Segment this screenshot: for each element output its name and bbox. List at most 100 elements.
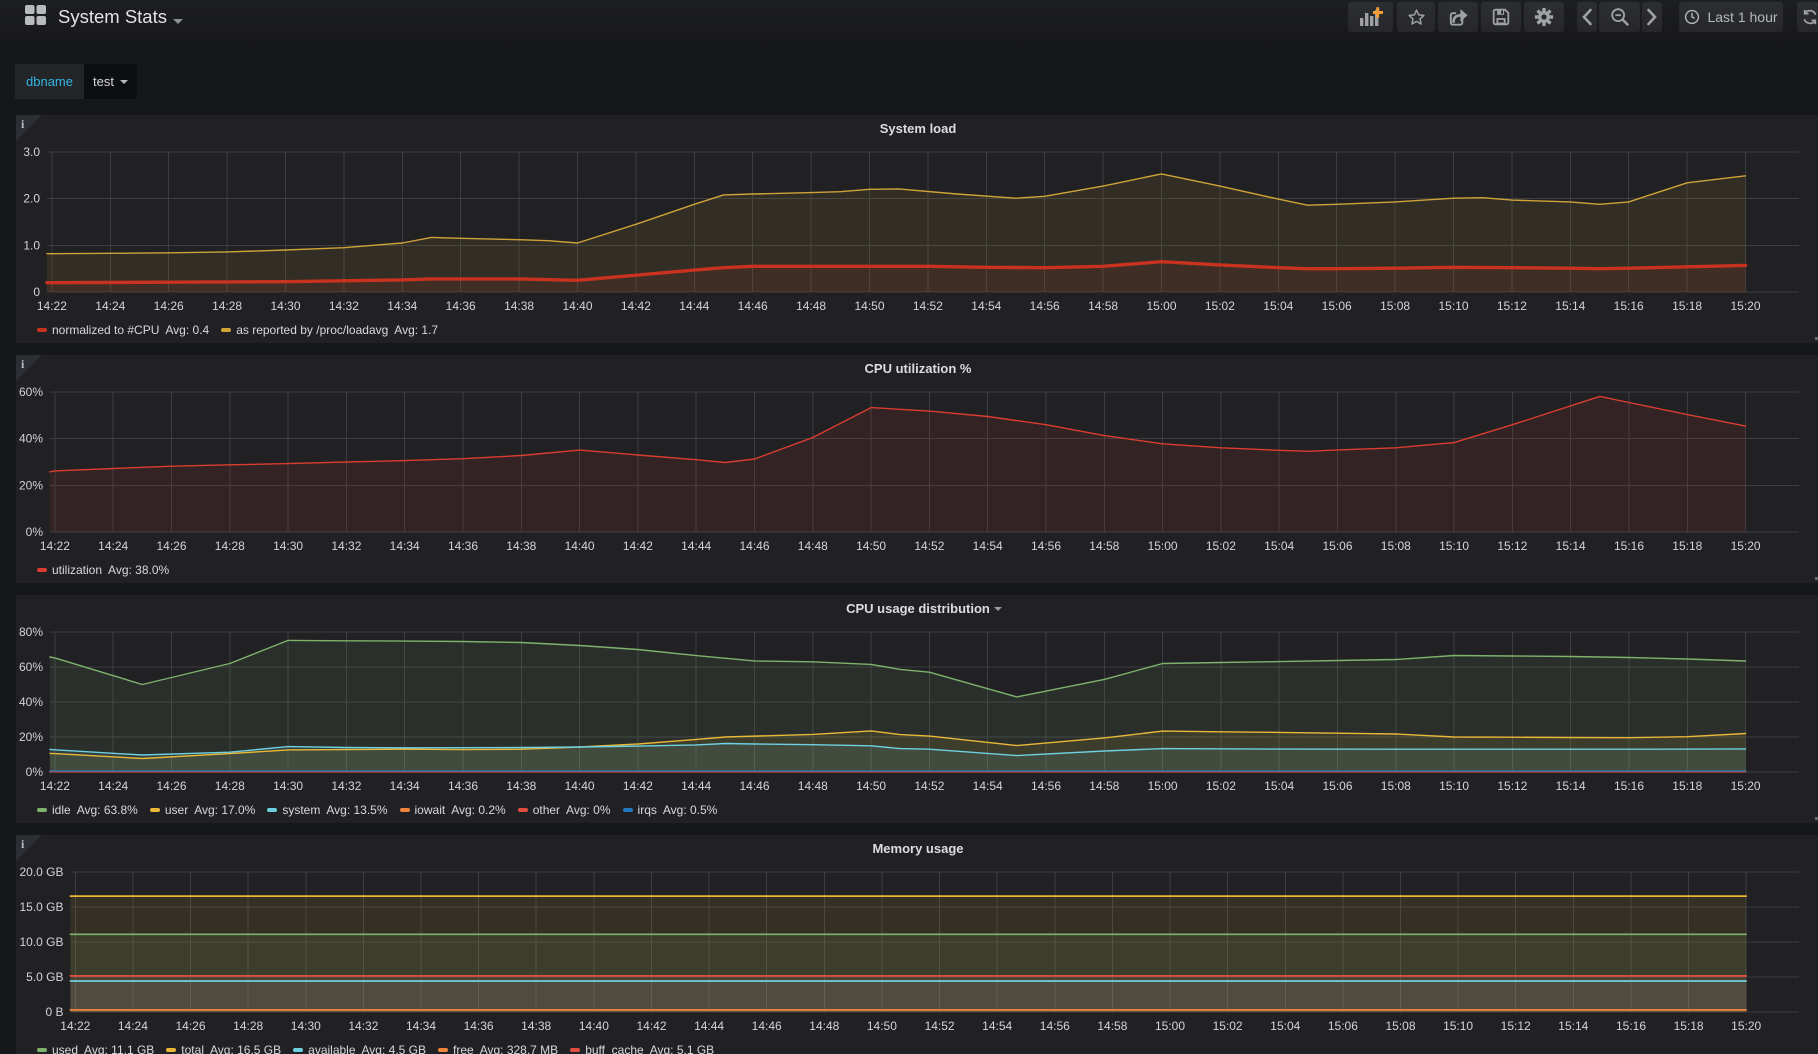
svg-text:15:10: 15:10 xyxy=(1438,299,1468,313)
svg-text:14:36: 14:36 xyxy=(448,539,478,553)
svg-text:14:22: 14:22 xyxy=(37,299,67,313)
svg-text:0%: 0% xyxy=(26,765,44,779)
svg-text:15:04: 15:04 xyxy=(1270,1019,1300,1033)
svg-text:14:56: 14:56 xyxy=(1030,299,1060,313)
svg-text:14:28: 14:28 xyxy=(212,299,242,313)
svg-text:15:00: 15:00 xyxy=(1148,539,1178,553)
svg-text:14:30: 14:30 xyxy=(270,299,300,313)
svg-text:14:24: 14:24 xyxy=(98,539,128,553)
svg-text:14:52: 14:52 xyxy=(913,299,943,313)
svg-text:15:18: 15:18 xyxy=(1672,779,1702,793)
svg-text:15:12: 15:12 xyxy=(1497,299,1527,313)
svg-text:3.0: 3.0 xyxy=(23,145,40,159)
svg-text:14:26: 14:26 xyxy=(156,779,186,793)
svg-text:14:54: 14:54 xyxy=(982,1019,1012,1033)
svg-text:14:38: 14:38 xyxy=(506,779,536,793)
svg-text:5.0 GB: 5.0 GB xyxy=(26,970,63,984)
svg-text:14:50: 14:50 xyxy=(867,1019,897,1033)
svg-text:14:42: 14:42 xyxy=(623,539,653,553)
svg-text:15:02: 15:02 xyxy=(1205,299,1235,313)
svg-text:15:14: 15:14 xyxy=(1556,779,1586,793)
svg-text:14:50: 14:50 xyxy=(856,539,886,553)
svg-text:15:16: 15:16 xyxy=(1614,779,1644,793)
svg-text:15:18: 15:18 xyxy=(1674,1019,1704,1033)
svg-text:15:10: 15:10 xyxy=(1439,779,1469,793)
svg-text:15:06: 15:06 xyxy=(1328,1019,1358,1033)
svg-text:15:16: 15:16 xyxy=(1616,1019,1646,1033)
svg-text:14:34: 14:34 xyxy=(406,1019,436,1033)
svg-text:14:48: 14:48 xyxy=(798,779,828,793)
svg-text:14:36: 14:36 xyxy=(448,779,478,793)
svg-text:14:42: 14:42 xyxy=(621,299,651,313)
svg-text:15:20: 15:20 xyxy=(1730,299,1760,313)
svg-text:14:30: 14:30 xyxy=(291,1019,321,1033)
svg-text:14:42: 14:42 xyxy=(636,1019,666,1033)
svg-text:14:24: 14:24 xyxy=(95,299,125,313)
svg-text:14:28: 14:28 xyxy=(233,1019,263,1033)
svg-text:15:06: 15:06 xyxy=(1322,539,1352,553)
svg-text:15:12: 15:12 xyxy=(1497,779,1527,793)
svg-text:15:18: 15:18 xyxy=(1672,299,1702,313)
svg-text:14:58: 14:58 xyxy=(1097,1019,1127,1033)
svg-text:0: 0 xyxy=(33,285,40,299)
svg-text:14:58: 14:58 xyxy=(1088,299,1118,313)
svg-text:15:02: 15:02 xyxy=(1206,779,1236,793)
svg-text:15:08: 15:08 xyxy=(1381,779,1411,793)
svg-text:15:12: 15:12 xyxy=(1497,539,1527,553)
svg-text:40%: 40% xyxy=(19,432,43,446)
svg-text:14:46: 14:46 xyxy=(739,539,769,553)
svg-text:14:36: 14:36 xyxy=(446,299,476,313)
svg-text:14:52: 14:52 xyxy=(925,1019,955,1033)
svg-text:15:14: 15:14 xyxy=(1556,539,1586,553)
svg-text:14:38: 14:38 xyxy=(521,1019,551,1033)
svg-text:15:14: 15:14 xyxy=(1555,299,1585,313)
svg-text:15:04: 15:04 xyxy=(1264,779,1294,793)
svg-text:14:22: 14:22 xyxy=(60,1019,90,1033)
svg-text:14:24: 14:24 xyxy=(118,1019,148,1033)
svg-text:10.0 GB: 10.0 GB xyxy=(19,935,63,949)
svg-text:15:08: 15:08 xyxy=(1385,1019,1415,1033)
svg-text:20.0 GB: 20.0 GB xyxy=(19,865,63,879)
svg-text:14:54: 14:54 xyxy=(973,539,1003,553)
svg-text:14:48: 14:48 xyxy=(798,539,828,553)
svg-text:14:50: 14:50 xyxy=(854,299,884,313)
svg-text:14:44: 14:44 xyxy=(694,1019,724,1033)
svg-text:15:06: 15:06 xyxy=(1322,299,1352,313)
svg-text:14:26: 14:26 xyxy=(175,1019,205,1033)
svg-text:14:36: 14:36 xyxy=(464,1019,494,1033)
svg-text:20%: 20% xyxy=(19,478,43,492)
svg-text:14:46: 14:46 xyxy=(738,299,768,313)
svg-text:14:54: 14:54 xyxy=(973,779,1003,793)
svg-text:20%: 20% xyxy=(19,730,43,744)
svg-text:15:00: 15:00 xyxy=(1148,779,1178,793)
svg-text:15.0 GB: 15.0 GB xyxy=(19,900,63,914)
svg-text:14:54: 14:54 xyxy=(971,299,1001,313)
svg-text:60%: 60% xyxy=(19,385,43,399)
svg-text:15:10: 15:10 xyxy=(1439,539,1469,553)
svg-text:14:48: 14:48 xyxy=(796,299,826,313)
svg-text:14:40: 14:40 xyxy=(565,539,595,553)
svg-text:14:56: 14:56 xyxy=(1040,1019,1070,1033)
svg-text:14:32: 14:32 xyxy=(329,299,359,313)
svg-text:15:20: 15:20 xyxy=(1731,1019,1761,1033)
svg-text:0 B: 0 B xyxy=(45,1005,63,1019)
svg-text:14:38: 14:38 xyxy=(504,299,534,313)
svg-text:15:08: 15:08 xyxy=(1381,539,1411,553)
svg-text:15:02: 15:02 xyxy=(1206,539,1236,553)
svg-text:14:34: 14:34 xyxy=(390,539,420,553)
svg-text:14:32: 14:32 xyxy=(331,779,361,793)
svg-text:14:58: 14:58 xyxy=(1089,779,1119,793)
svg-text:14:44: 14:44 xyxy=(679,299,709,313)
svg-text:14:44: 14:44 xyxy=(681,539,711,553)
svg-text:14:40: 14:40 xyxy=(562,299,592,313)
svg-text:14:46: 14:46 xyxy=(739,779,769,793)
svg-text:14:42: 14:42 xyxy=(623,779,653,793)
svg-text:14:56: 14:56 xyxy=(1031,779,1061,793)
svg-text:14:50: 14:50 xyxy=(856,779,886,793)
svg-text:14:28: 14:28 xyxy=(215,779,245,793)
svg-text:14:32: 14:32 xyxy=(348,1019,378,1033)
svg-text:14:28: 14:28 xyxy=(215,539,245,553)
svg-text:14:58: 14:58 xyxy=(1089,539,1119,553)
svg-text:0%: 0% xyxy=(26,525,44,539)
svg-text:2.0: 2.0 xyxy=(23,192,40,206)
